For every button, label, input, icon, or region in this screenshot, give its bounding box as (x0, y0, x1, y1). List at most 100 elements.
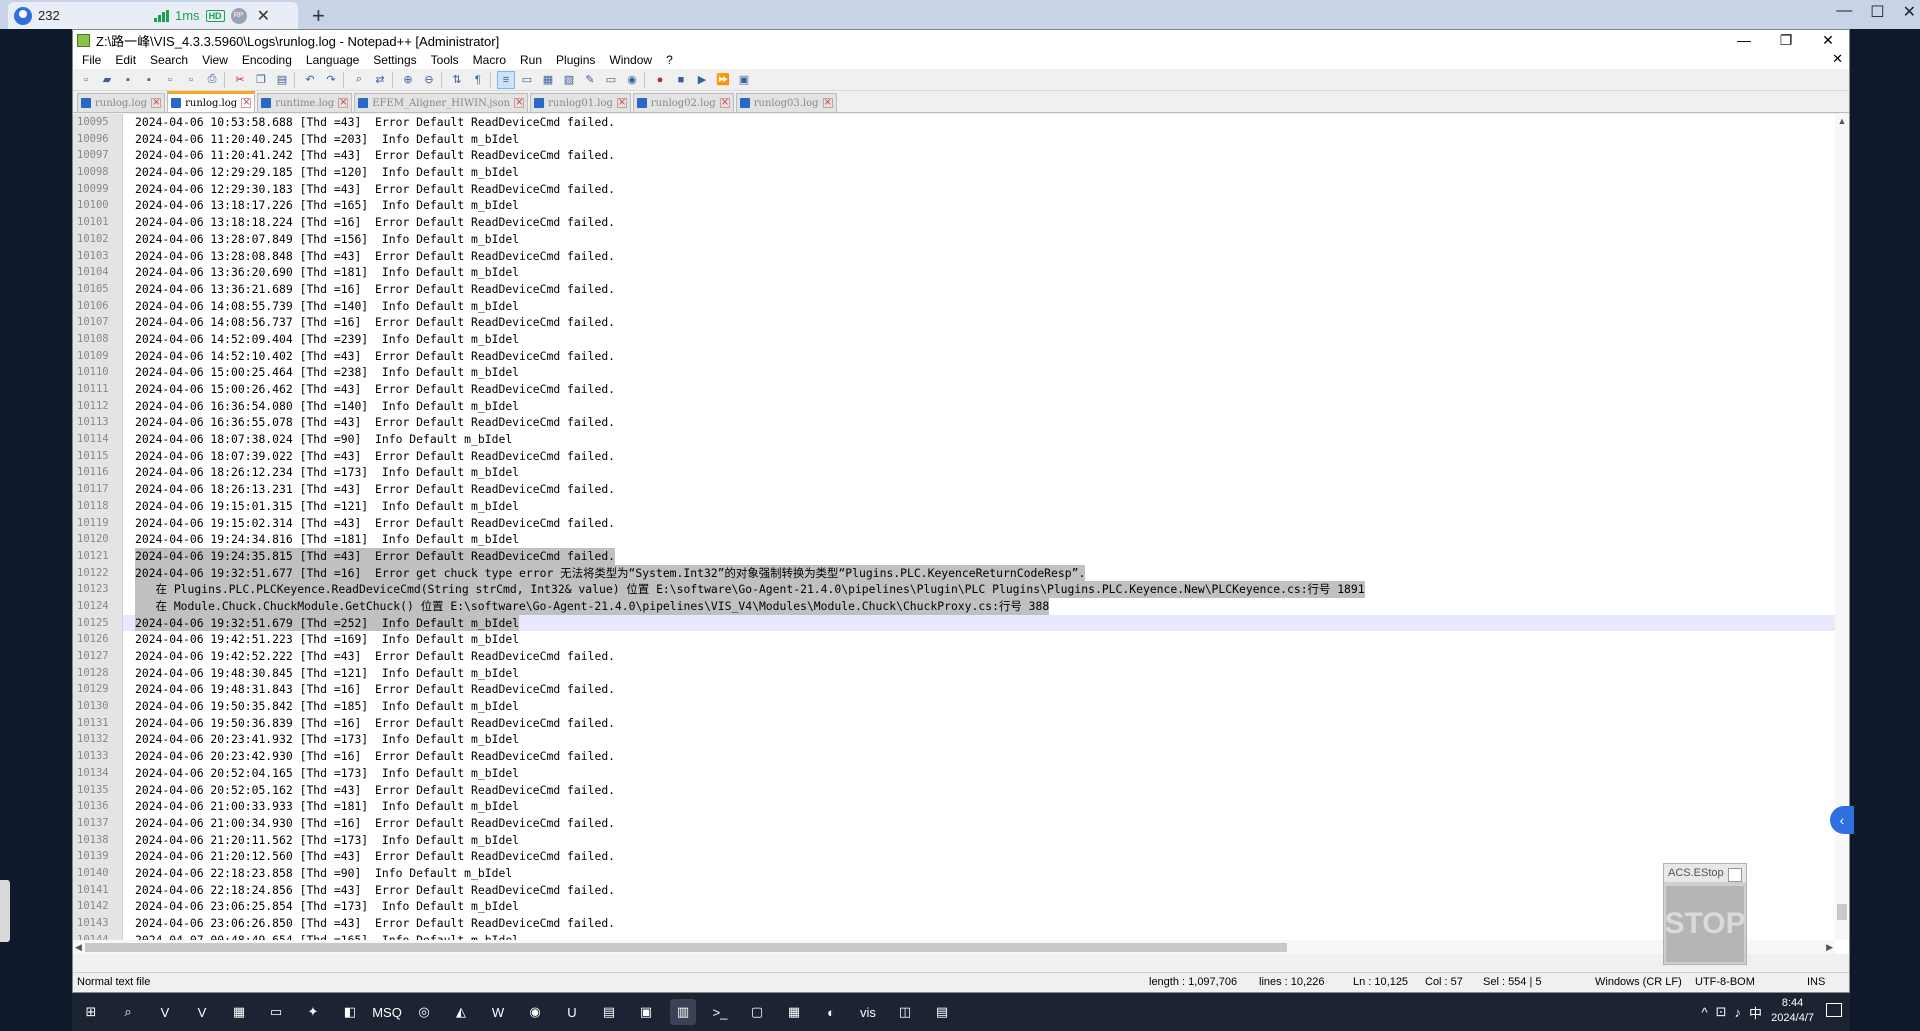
scroll-right-icon[interactable]: ▶ (1826, 940, 1833, 954)
scroll-left-icon[interactable]: ◀ (75, 940, 82, 954)
text-editor[interactable]: 10095 2024-04-06 10:53:58.688 [Thd =43] E… (73, 114, 1849, 954)
editor-line[interactable]: 10106 2024-04-06 14:08:55.739 [Thd =140] … (77, 298, 1835, 315)
line-text[interactable]: 2024-04-06 18:07:39.022 [Thd =43] Error … (135, 448, 615, 465)
editor-line[interactable]: 10109 2024-04-06 14:52:10.402 [Thd =43] E… (77, 348, 1835, 365)
tray-overflow-icon[interactable]: ^ (1701, 1005, 1707, 1020)
close-icon[interactable]: ▫ (161, 71, 179, 89)
sync-v-icon[interactable]: ⇅ (448, 71, 466, 89)
all-chars-icon[interactable]: ▭ (518, 71, 536, 89)
line-text[interactable]: 2024-04-06 21:00:34.930 [Thd =16] Error … (135, 815, 615, 832)
tab-runlog-1[interactable]: runlog.log × (77, 93, 166, 112)
redo-icon[interactable]: ↷ (322, 71, 340, 89)
client-close-button[interactable]: ✕ (1903, 2, 1916, 22)
app-agent-icon[interactable]: ◧ (337, 999, 363, 1025)
indent-guide-icon[interactable]: ▦ (539, 71, 557, 89)
calculator-icon[interactable]: ▦ (781, 999, 807, 1025)
editor-line[interactable]: 10102 2024-04-06 13:28:07.849 [Thd =156] … (77, 231, 1835, 248)
status-eol[interactable]: Windows (CR LF) (1595, 976, 1682, 988)
visual-studio-alt-icon[interactable]: V (189, 999, 215, 1025)
app-remote-icon[interactable]: ▣ (633, 999, 659, 1025)
save-macro-icon[interactable]: ▣ (735, 71, 753, 89)
editor-line[interactable]: 10139 2024-04-06 21:20:12.560 [Thd =43] E… (77, 848, 1835, 865)
save-icon[interactable]: ▪ (119, 71, 137, 89)
notepadpp-icon[interactable]: ▤ (929, 999, 955, 1025)
line-text[interactable]: 2024-04-06 18:07:38.024 [Thd =90] Info D… (135, 431, 512, 448)
vis-icon[interactable]: vis (855, 999, 881, 1025)
volume-icon[interactable]: ♪ (1734, 1005, 1741, 1020)
line-text[interactable]: 2024-04-06 12:29:30.183 [Thd =43] Error … (135, 181, 615, 198)
close-window-button[interactable]: ✕ (1807, 30, 1849, 50)
app-chart-icon[interactable]: ◭ (448, 999, 474, 1025)
minimize-button[interactable]: — (1723, 30, 1765, 50)
editor-line[interactable]: 10100 2024-04-06 13:18:17.226 [Thd =165] … (77, 197, 1835, 214)
menu-view[interactable]: View (195, 53, 235, 67)
line-text[interactable]: 2024-04-06 13:18:18.224 [Thd =16] Error … (135, 214, 615, 231)
editor-line[interactable]: 10135 2024-04-06 20:52:05.162 [Thd =43] E… (77, 782, 1835, 799)
camera-icon[interactable]: ◐ (818, 999, 844, 1025)
line-text[interactable]: 2024-04-06 18:26:13.231 [Thd =43] Error … (135, 481, 615, 498)
find-icon[interactable]: ⌕ (350, 71, 368, 89)
new-session-button[interactable]: + (312, 3, 325, 29)
record-macro-icon[interactable]: ● (651, 71, 669, 89)
menu-edit[interactable]: Edit (108, 53, 143, 67)
copy-icon[interactable]: ❐ (252, 71, 270, 89)
line-text[interactable]: 在 Plugins.PLC.PLCKeyence.ReadDeviceCmd(S… (135, 581, 1365, 598)
editor-line[interactable]: 10129 2024-04-06 19:48:31.843 [Thd =16] E… (77, 681, 1835, 698)
app-explorer-icon[interactable]: ▥ (670, 999, 696, 1025)
line-text[interactable]: 2024-04-06 19:48:30.845 [Thd =121] Info … (135, 665, 519, 682)
menu-tools[interactable]: Tools (424, 53, 466, 67)
editor-line[interactable]: 10108 2024-04-06 14:52:09.404 [Thd =239] … (77, 331, 1835, 348)
editor-line[interactable]: 10118 2024-04-06 19:15:01.315 [Thd =121] … (77, 498, 1835, 515)
editor-line[interactable]: 10112 2024-04-06 16:36:54.080 [Thd =140] … (77, 398, 1835, 415)
editor-line[interactable]: 10105 2024-04-06 13:36:21.689 [Thd =16] E… (77, 281, 1835, 298)
line-text[interactable]: 2024-04-06 11:20:41.242 [Thd =43] Error … (135, 147, 615, 164)
editor-line[interactable]: 10138 2024-04-06 21:20:11.562 [Thd =173] … (77, 832, 1835, 849)
new-file-icon[interactable]: ▫ (77, 71, 95, 89)
line-text[interactable]: 2024-04-06 19:15:01.315 [Thd =121] Info … (135, 498, 519, 515)
tab-runlog02[interactable]: runlog02.log × (632, 93, 734, 112)
line-text[interactable]: 2024-04-06 13:36:20.690 [Thd =181] Info … (135, 264, 519, 281)
editor-line[interactable]: 10141 2024-04-06 22:18:24.856 [Thd =43] E… (77, 882, 1835, 899)
editor-line[interactable]: 10104 2024-04-06 13:36:20.690 [Thd =181] … (77, 264, 1835, 281)
replace-icon[interactable]: ⇄ (371, 71, 389, 89)
line-text[interactable]: 2024-04-06 21:20:11.562 [Thd =173] Info … (135, 832, 519, 849)
remote-session-tab[interactable]: 232 1ms HD RP ✕ (8, 2, 298, 29)
menu-run[interactable]: Run (513, 53, 549, 67)
editor-line[interactable]: 10124 在 Module.Chuck.ChuckModule.GetChuc… (77, 597, 1835, 615)
line-text[interactable]: 2024-04-06 19:42:52.222 [Thd =43] Error … (135, 648, 615, 665)
open-file-icon[interactable]: ▰ (98, 71, 116, 89)
line-text[interactable]: 2024-04-06 14:52:10.402 [Thd =43] Error … (135, 348, 615, 365)
restore-button[interactable]: ❐ (1765, 30, 1807, 50)
paste-icon[interactable]: ▤ (273, 71, 291, 89)
line-text[interactable]: 2024-04-06 18:26:12.234 [Thd =173] Info … (135, 464, 519, 481)
line-text[interactable]: 2024-04-06 19:50:35.842 [Thd =185] Info … (135, 698, 519, 715)
client-maximize-button[interactable]: ☐ (1870, 2, 1884, 22)
line-text[interactable]: 2024-04-06 22:18:23.858 [Thd =90] Info D… (135, 865, 512, 882)
editor-line[interactable]: 10143 2024-04-06 23:06:26.850 [Thd =43] E… (77, 915, 1835, 932)
editor-line[interactable]: 10133 2024-04-06 20:23:42.930 [Thd =16] E… (77, 748, 1835, 765)
editor-line[interactable]: 10098 2024-04-06 12:29:29.185 [Thd =120] … (77, 164, 1835, 181)
close-all-icon[interactable]: ▫ (182, 71, 200, 89)
menu-file[interactable]: File (75, 53, 108, 67)
editor-line[interactable]: 10142 2024-04-06 23:06:25.854 [Thd =173] … (77, 898, 1835, 915)
app-tool-icon[interactable]: ✦ (300, 999, 326, 1025)
line-text[interactable]: 2024-04-06 19:32:51.677 [Thd =16] Error … (135, 564, 1086, 582)
save-all-icon[interactable]: ▪ (140, 71, 158, 89)
editor-line[interactable]: 10134 2024-04-06 20:52:04.165 [Thd =173] … (77, 765, 1835, 782)
tab-close-icon[interactable]: × (338, 98, 349, 108)
wps-icon[interactable]: W (485, 999, 511, 1025)
vertical-scroll-thumb[interactable] (1837, 904, 1847, 920)
tab-efem-aligner[interactable]: EFEM_Aligner_HIWIN.json × (354, 93, 529, 112)
folder-workspace-icon[interactable]: ◉ (623, 71, 641, 89)
app-window-icon[interactable]: ▢ (744, 999, 770, 1025)
file-explorer-icon[interactable]: ▭ (263, 999, 289, 1025)
line-text[interactable]: 2024-04-06 20:23:41.932 [Thd =173] Info … (135, 731, 519, 748)
estop-button[interactable]: STOP (1664, 886, 1746, 962)
play-multi-icon[interactable]: ⏩ (714, 71, 732, 89)
status-encoding[interactable]: UTF-8-BOM (1695, 976, 1755, 988)
menu-macro[interactable]: Macro (466, 53, 513, 67)
line-text[interactable]: 2024-04-06 14:52:09.404 [Thd =239] Info … (135, 331, 519, 348)
line-text[interactable]: 2024-04-06 19:42:51.223 [Thd =169] Info … (135, 631, 519, 648)
tab-runlog03[interactable]: runlog03.log × (735, 93, 837, 112)
line-text[interactable]: 2024-04-06 14:08:55.739 [Thd =140] Info … (135, 298, 519, 315)
